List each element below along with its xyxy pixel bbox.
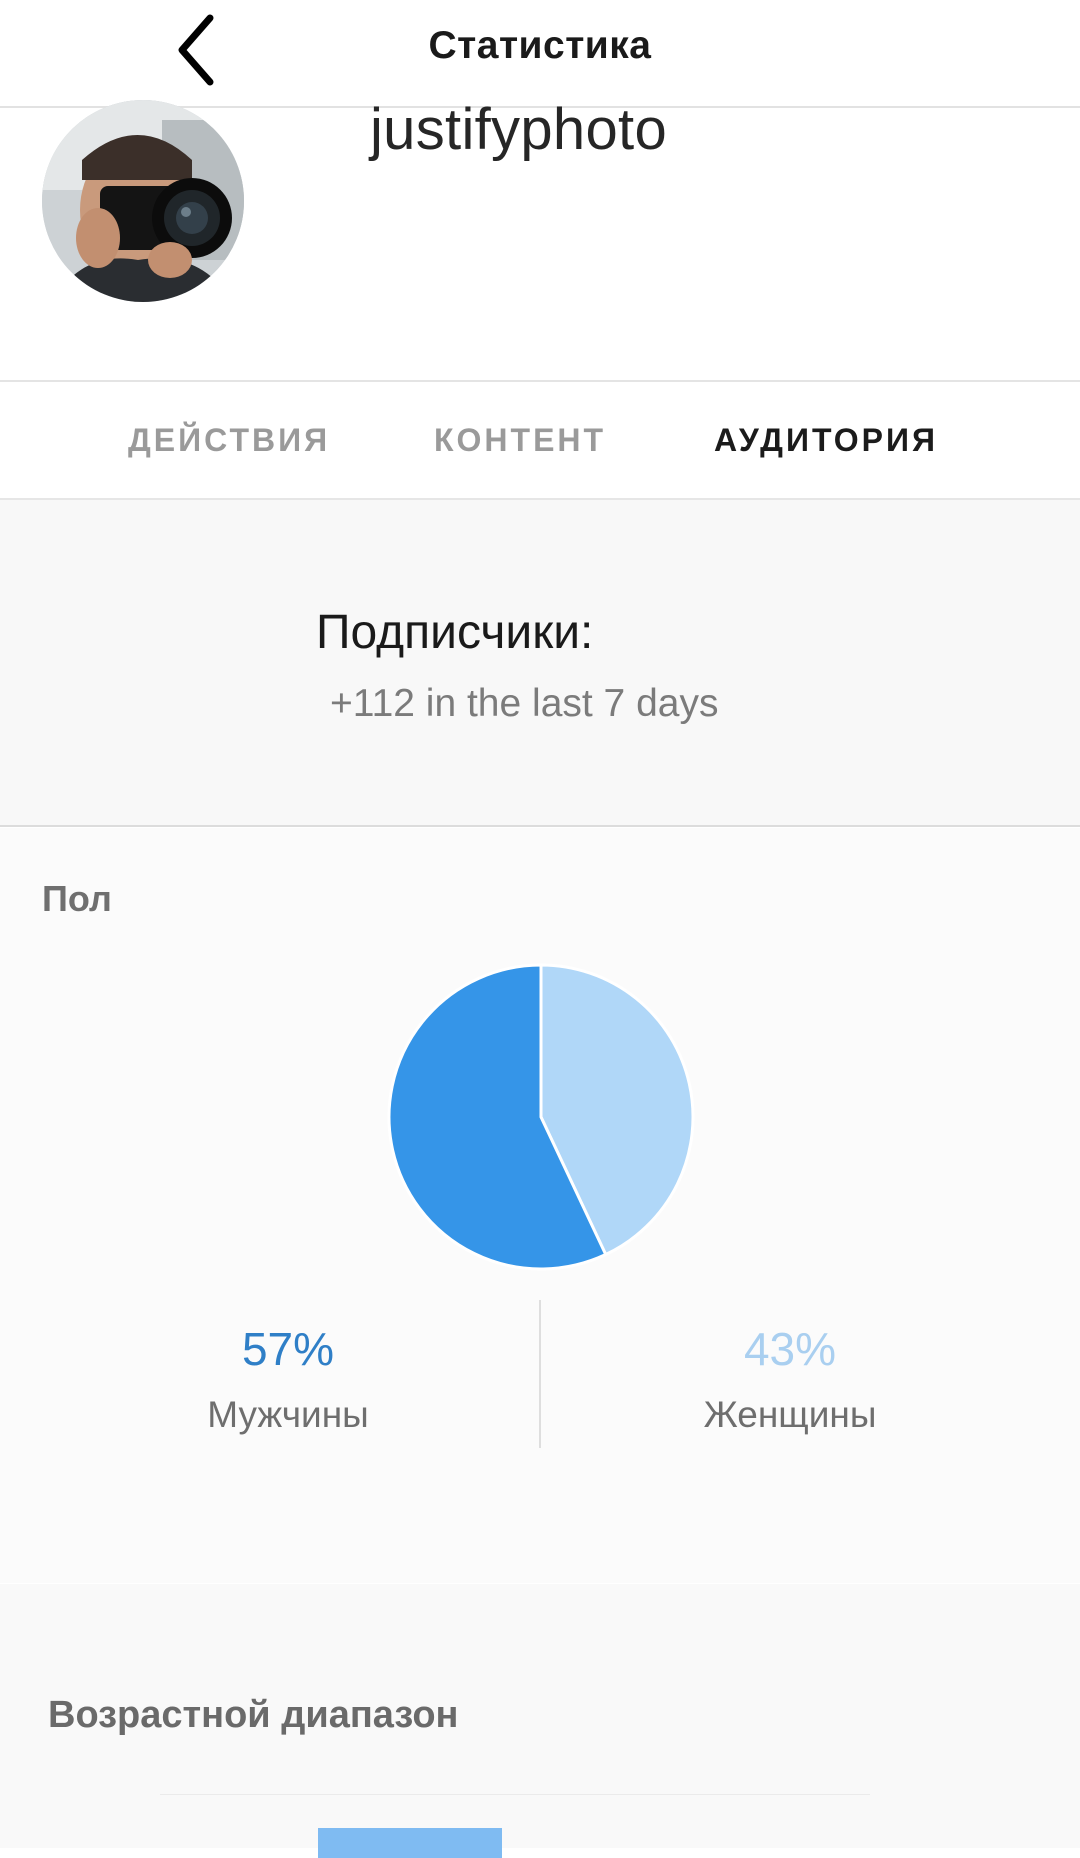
male-stat: 57% Мужчины (88, 1322, 488, 1436)
followers-section: Подписчики: +112 in the last 7 days (0, 500, 1080, 827)
age-section: Возрастной диапазон (0, 1584, 1080, 1858)
tab-activity[interactable]: ДЕЙСТВИЯ (128, 422, 330, 459)
avatar-image (42, 100, 244, 302)
age-divider (160, 1794, 870, 1795)
followers-change: +112 in the last 7 days (330, 682, 719, 725)
female-stat: 43% Женщины (590, 1322, 990, 1436)
page-title: Статистика (428, 24, 652, 67)
stat-divider (539, 1300, 541, 1448)
profile-username: justifyphoto (370, 97, 667, 162)
female-label: Женщины (703, 1394, 877, 1435)
gender-title: Пол (42, 878, 112, 919)
gender-pie-chart (387, 963, 695, 1271)
tab-content[interactable]: КОНТЕНТ (434, 422, 606, 459)
gender-section: Пол 57% Мужчины 43% Женщины (0, 828, 1080, 1583)
male-label: Мужчины (207, 1394, 369, 1435)
followers-label: Подписчики: (316, 606, 594, 659)
male-percent: 57% (241, 1323, 335, 1375)
female-percent: 43% (743, 1323, 837, 1375)
tab-bar: ДЕЙСТВИЯ КОНТЕНТ АУДИТОРИЯ (0, 382, 1080, 500)
avatar[interactable] (42, 100, 244, 302)
age-bar (318, 1828, 502, 1858)
top-bar: Статистика (0, 0, 1080, 108)
tab-audience[interactable]: АУДИТОРИЯ (714, 422, 938, 459)
age-title: Возрастной диапазон (48, 1694, 459, 1736)
profile-header: justifyphoto (0, 97, 1080, 382)
